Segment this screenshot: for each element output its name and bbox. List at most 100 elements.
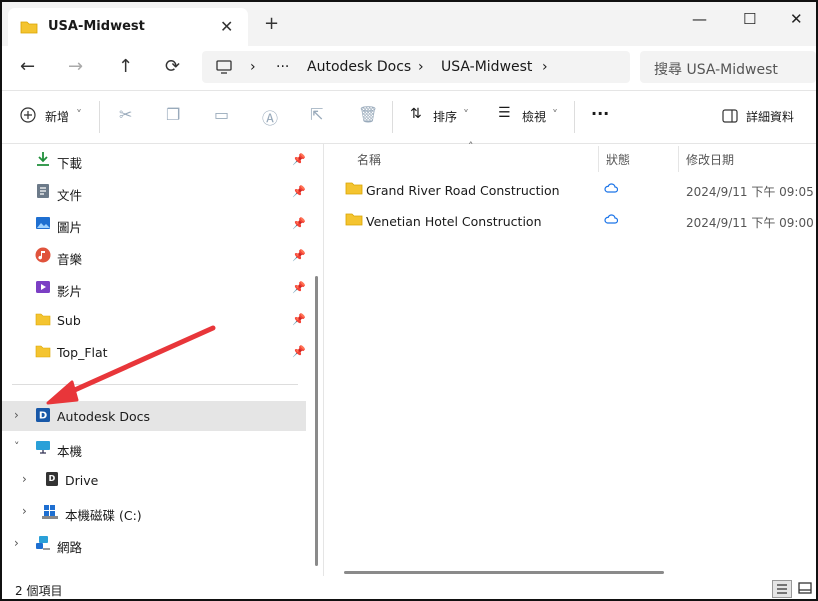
close-button[interactable]: ✕ bbox=[790, 10, 803, 28]
view-button[interactable]: 檢視 bbox=[522, 108, 546, 125]
sidebar-item-label: 本機 bbox=[57, 444, 83, 459]
up-button[interactable]: ↑ bbox=[118, 56, 133, 77]
file-explorer-window: USA-Midwest ✕ + — ☐ ✕ ← → ↑ ⟳ › ··· Auto… bbox=[0, 0, 818, 601]
folder-icon bbox=[35, 345, 51, 358]
delete-icon[interactable]: 🗑 bbox=[358, 105, 378, 124]
sidebar-item-label: 文件 bbox=[57, 188, 83, 203]
tab-usa-midwest[interactable]: USA-Midwest ✕ bbox=[8, 8, 248, 46]
sidebar-item-downloads[interactable]: 下載 📌 bbox=[2, 145, 306, 175]
navigation-bar: ← → ↑ ⟳ › ··· Autodesk Docs › USA-Midwes… bbox=[2, 46, 816, 90]
pin-icon[interactable]: 📌 bbox=[292, 313, 306, 326]
horizontal-scrollbar[interactable] bbox=[344, 571, 664, 574]
copy-icon[interactable]: ❐ bbox=[166, 105, 180, 124]
more-options-button[interactable]: ··· bbox=[591, 104, 609, 123]
file-row[interactable]: Venetian Hotel Construction 2024/9/11 下午… bbox=[328, 205, 816, 235]
sort-button[interactable]: 排序 bbox=[433, 108, 457, 125]
sidebar-item-autodesk-docs[interactable]: › D Autodesk Docs bbox=[2, 401, 306, 431]
sidebar-item-label: 網路 bbox=[57, 540, 83, 555]
folder-icon bbox=[35, 313, 51, 326]
breadcrumb-usa-midwest[interactable]: USA-Midwest bbox=[441, 59, 532, 75]
sidebar-item-label: Sub bbox=[57, 313, 81, 328]
this-pc-icon bbox=[36, 441, 50, 454]
sidebar-item-label: Top_Flat bbox=[57, 345, 108, 360]
forward-button[interactable]: → bbox=[68, 56, 83, 77]
column-separator[interactable] bbox=[598, 146, 599, 172]
pin-icon[interactable]: 📌 bbox=[292, 345, 306, 358]
toolbar-divider bbox=[392, 101, 393, 133]
details-view-icon[interactable] bbox=[772, 580, 792, 598]
back-button[interactable]: ← bbox=[20, 56, 35, 77]
pin-icon[interactable]: 📌 bbox=[292, 153, 306, 166]
search-box[interactable]: 搜尋 USA-Midwest bbox=[640, 51, 816, 83]
status-bar: 2 個項目 bbox=[2, 578, 816, 599]
minimize-button[interactable]: — bbox=[692, 10, 707, 28]
address-bar[interactable]: › ··· Autodesk Docs › USA-Midwest › bbox=[202, 51, 630, 83]
maximize-button[interactable]: ☐ bbox=[743, 10, 756, 28]
sort-ascending-icon: ˄ bbox=[468, 140, 474, 153]
chevron-down-icon[interactable]: ˅ bbox=[14, 440, 20, 453]
sidebar-item-pictures[interactable]: 圖片 📌 bbox=[2, 209, 306, 239]
view-icon: ☰ bbox=[498, 105, 511, 121]
tiles-view-icon[interactable] bbox=[796, 580, 814, 596]
chevron-down-icon: ˅ bbox=[552, 108, 558, 122]
autodesk-docs-icon: D bbox=[36, 408, 50, 422]
sidebar-item-sub[interactable]: Sub 📌 bbox=[2, 305, 306, 335]
sidebar-item-videos[interactable]: 影片 📌 bbox=[2, 273, 306, 303]
file-row[interactable]: Grand River Road Construction 2024/9/11 … bbox=[328, 174, 816, 204]
sidebar-scrollbar[interactable] bbox=[315, 276, 318, 566]
breadcrumb-overflow[interactable]: ··· bbox=[276, 59, 289, 75]
title-bar: USA-Midwest ✕ + — ☐ ✕ bbox=[2, 2, 816, 46]
file-name: Grand River Road Construction bbox=[366, 183, 560, 198]
cut-icon[interactable]: ✂ bbox=[119, 105, 132, 124]
svg-text:D: D bbox=[39, 411, 47, 422]
details-pane-icon bbox=[722, 109, 738, 123]
breadcrumb-autodesk-docs[interactable]: Autodesk Docs bbox=[307, 59, 411, 75]
new-button[interactable]: 新增 bbox=[45, 108, 69, 125]
new-tab-button[interactable]: + bbox=[264, 13, 279, 34]
music-icon bbox=[35, 247, 51, 263]
column-header-status[interactable]: 狀態 bbox=[606, 151, 630, 168]
file-modified-date: 2024/9/11 下午 09:05 bbox=[686, 185, 814, 199]
drive-icon: D bbox=[46, 472, 58, 486]
chevron-right-icon[interactable]: › bbox=[22, 504, 27, 518]
folder-icon bbox=[345, 213, 363, 226]
pin-icon[interactable]: 📌 bbox=[292, 281, 306, 294]
chevron-right-icon[interactable]: › bbox=[22, 472, 27, 486]
file-name: Venetian Hotel Construction bbox=[366, 214, 542, 229]
folder-icon bbox=[345, 182, 363, 195]
sidebar-item-network[interactable]: › 網路 bbox=[2, 529, 306, 559]
sidebar-item-label: Drive bbox=[65, 473, 99, 488]
column-header-name[interactable]: 名稱 bbox=[357, 151, 381, 168]
column-header-modified[interactable]: 修改日期 bbox=[686, 151, 734, 168]
pin-icon[interactable]: 📌 bbox=[292, 185, 306, 198]
sidebar-item-music[interactable]: 音樂 📌 bbox=[2, 241, 306, 271]
document-icon bbox=[37, 184, 49, 198]
share-icon[interactable]: ⇱ bbox=[310, 105, 323, 124]
chevron-right-icon[interactable]: › bbox=[14, 408, 19, 422]
sidebar-item-documents[interactable]: 文件 📌 bbox=[2, 177, 306, 207]
sidebar-item-drive[interactable]: › D Drive bbox=[2, 465, 306, 495]
rename-icon[interactable]: Ⓐ bbox=[262, 105, 278, 129]
breadcrumb-separator: › bbox=[418, 59, 424, 75]
sidebar-item-this-pc[interactable]: ˅ 本機 bbox=[2, 433, 306, 463]
search-placeholder: 搜尋 USA-Midwest bbox=[654, 62, 778, 78]
pin-icon[interactable]: 📌 bbox=[292, 217, 306, 230]
sort-icon: ⇅ bbox=[410, 106, 422, 122]
breadcrumb-chevron[interactable]: › bbox=[542, 59, 548, 75]
column-separator[interactable] bbox=[678, 146, 679, 172]
sidebar-item-label: Autodesk Docs bbox=[57, 409, 151, 424]
details-button[interactable]: 詳細資料 bbox=[746, 108, 794, 125]
sidebar-item-local-disk-c[interactable]: › 本機磁碟 (C:) bbox=[2, 497, 306, 527]
paste-icon[interactable]: ▭ bbox=[214, 105, 229, 124]
sidebar-item-top-flat[interactable]: Top_Flat 📌 bbox=[2, 337, 306, 367]
sidebar-item-label: 影片 bbox=[57, 284, 83, 299]
add-icon bbox=[20, 107, 36, 123]
tab-close-icon[interactable]: ✕ bbox=[220, 17, 233, 36]
pane-divider[interactable] bbox=[323, 144, 324, 576]
pin-icon[interactable]: 📌 bbox=[292, 249, 306, 262]
sidebar-item-label: 音樂 bbox=[57, 252, 83, 267]
refresh-button[interactable]: ⟳ bbox=[165, 56, 180, 77]
file-modified-date: 2024/9/11 下午 09:00 bbox=[686, 216, 814, 230]
chevron-down-icon: ˅ bbox=[76, 108, 82, 122]
chevron-right-icon[interactable]: › bbox=[14, 536, 19, 550]
